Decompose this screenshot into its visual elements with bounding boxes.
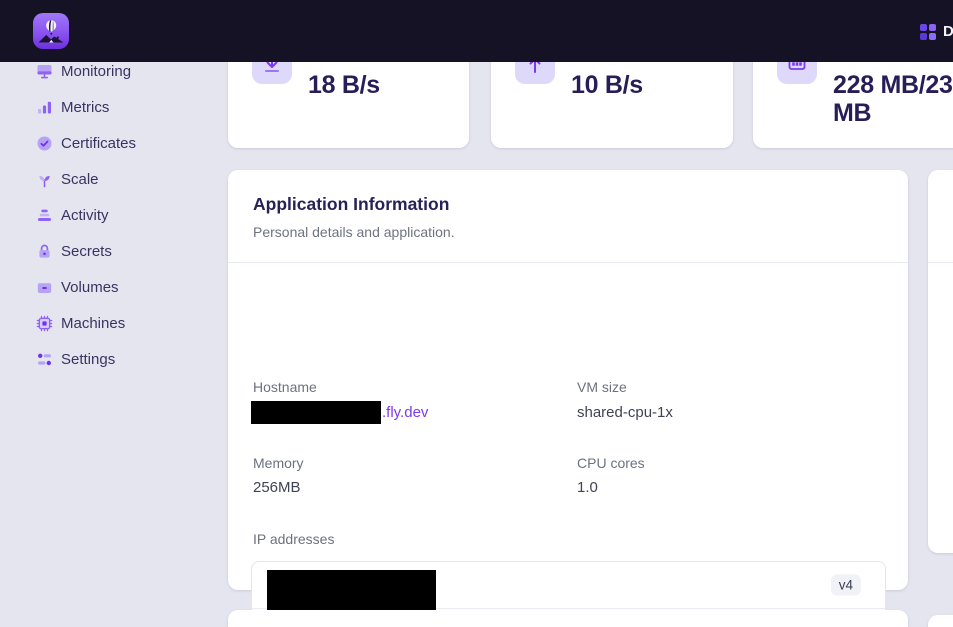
vm-size-label: VM size bbox=[577, 379, 627, 395]
card-title: Application Information bbox=[253, 194, 883, 215]
topbar-right-label[interactable]: D bbox=[943, 0, 953, 62]
sidebar-nav: Monitoring Metrics Certificates Sca bbox=[0, 53, 215, 377]
sidebar-item-label: Secrets bbox=[61, 243, 112, 260]
vm-size-value: shared-cpu-1x bbox=[577, 404, 673, 421]
sidebar-item-machines[interactable]: Machines bbox=[0, 305, 215, 341]
certificate-check-icon bbox=[36, 135, 53, 152]
stat-value: 10 B/s bbox=[571, 71, 643, 99]
application-information-card: Application Information Personal details… bbox=[228, 170, 908, 590]
page: 18 B/s 10 B/s 228 MB/23 MB Application I… bbox=[0, 0, 953, 627]
right-column-card bbox=[928, 170, 953, 553]
ip-version-badge: v4 bbox=[831, 575, 861, 596]
right-column-card-2 bbox=[928, 615, 953, 627]
stat-value: 228 MB/23 MB bbox=[833, 71, 953, 127]
cpu-chip-icon bbox=[36, 315, 53, 332]
top-bar: D bbox=[0, 0, 953, 62]
memory-value: 256MB bbox=[253, 479, 301, 496]
card-subtitle: Personal details and application. bbox=[253, 224, 883, 240]
sidebar-item-label: Metrics bbox=[61, 99, 109, 116]
bar-chart-icon bbox=[36, 99, 53, 116]
sidebar-item-metrics[interactable]: Metrics bbox=[0, 89, 215, 125]
layers-stack-icon bbox=[36, 207, 53, 224]
monitor-icon bbox=[36, 63, 53, 80]
sidebar-item-label: Monitoring bbox=[61, 63, 131, 80]
next-section-card bbox=[228, 610, 908, 627]
sidebar-item-secrets[interactable]: Secrets bbox=[0, 233, 215, 269]
sidebar-item-scale[interactable]: Scale bbox=[0, 161, 215, 197]
sidebar-item-volumes[interactable]: Volumes bbox=[0, 269, 215, 305]
cpu-cores-value: 1.0 bbox=[577, 479, 598, 496]
fly-io-balloon-logo[interactable] bbox=[33, 13, 69, 49]
sidebar-item-label: Machines bbox=[61, 315, 125, 332]
memory-label: Memory bbox=[253, 455, 304, 471]
toggles-icon bbox=[36, 351, 53, 368]
drive-icon bbox=[36, 279, 53, 296]
cpu-cores-label: CPU cores bbox=[577, 455, 645, 471]
sidebar-item-certificates[interactable]: Certificates bbox=[0, 125, 215, 161]
hostname-label: Hostname bbox=[253, 379, 317, 395]
sidebar-item-label: Activity bbox=[61, 207, 109, 224]
sidebar-item-settings[interactable]: Settings bbox=[0, 341, 215, 377]
apps-grid-icon[interactable] bbox=[920, 24, 936, 40]
sidebar-item-label: Scale bbox=[61, 171, 99, 188]
sidebar-item-label: Volumes bbox=[61, 279, 119, 296]
redacted-hostname-value bbox=[251, 401, 381, 424]
stat-value: 18 B/s bbox=[308, 71, 380, 99]
sidebar-item-label: Certificates bbox=[61, 135, 136, 152]
sidebar-item-activity[interactable]: Activity bbox=[0, 197, 215, 233]
lock-icon bbox=[36, 243, 53, 260]
hostname-fly-dev-link[interactable]: .fly.dev bbox=[382, 404, 428, 421]
sidebar-item-label: Settings bbox=[61, 351, 115, 368]
plant-scale-icon bbox=[36, 171, 53, 188]
application-information-header: Application Information Personal details… bbox=[228, 170, 908, 263]
ip-addresses-label: IP addresses bbox=[253, 531, 334, 547]
